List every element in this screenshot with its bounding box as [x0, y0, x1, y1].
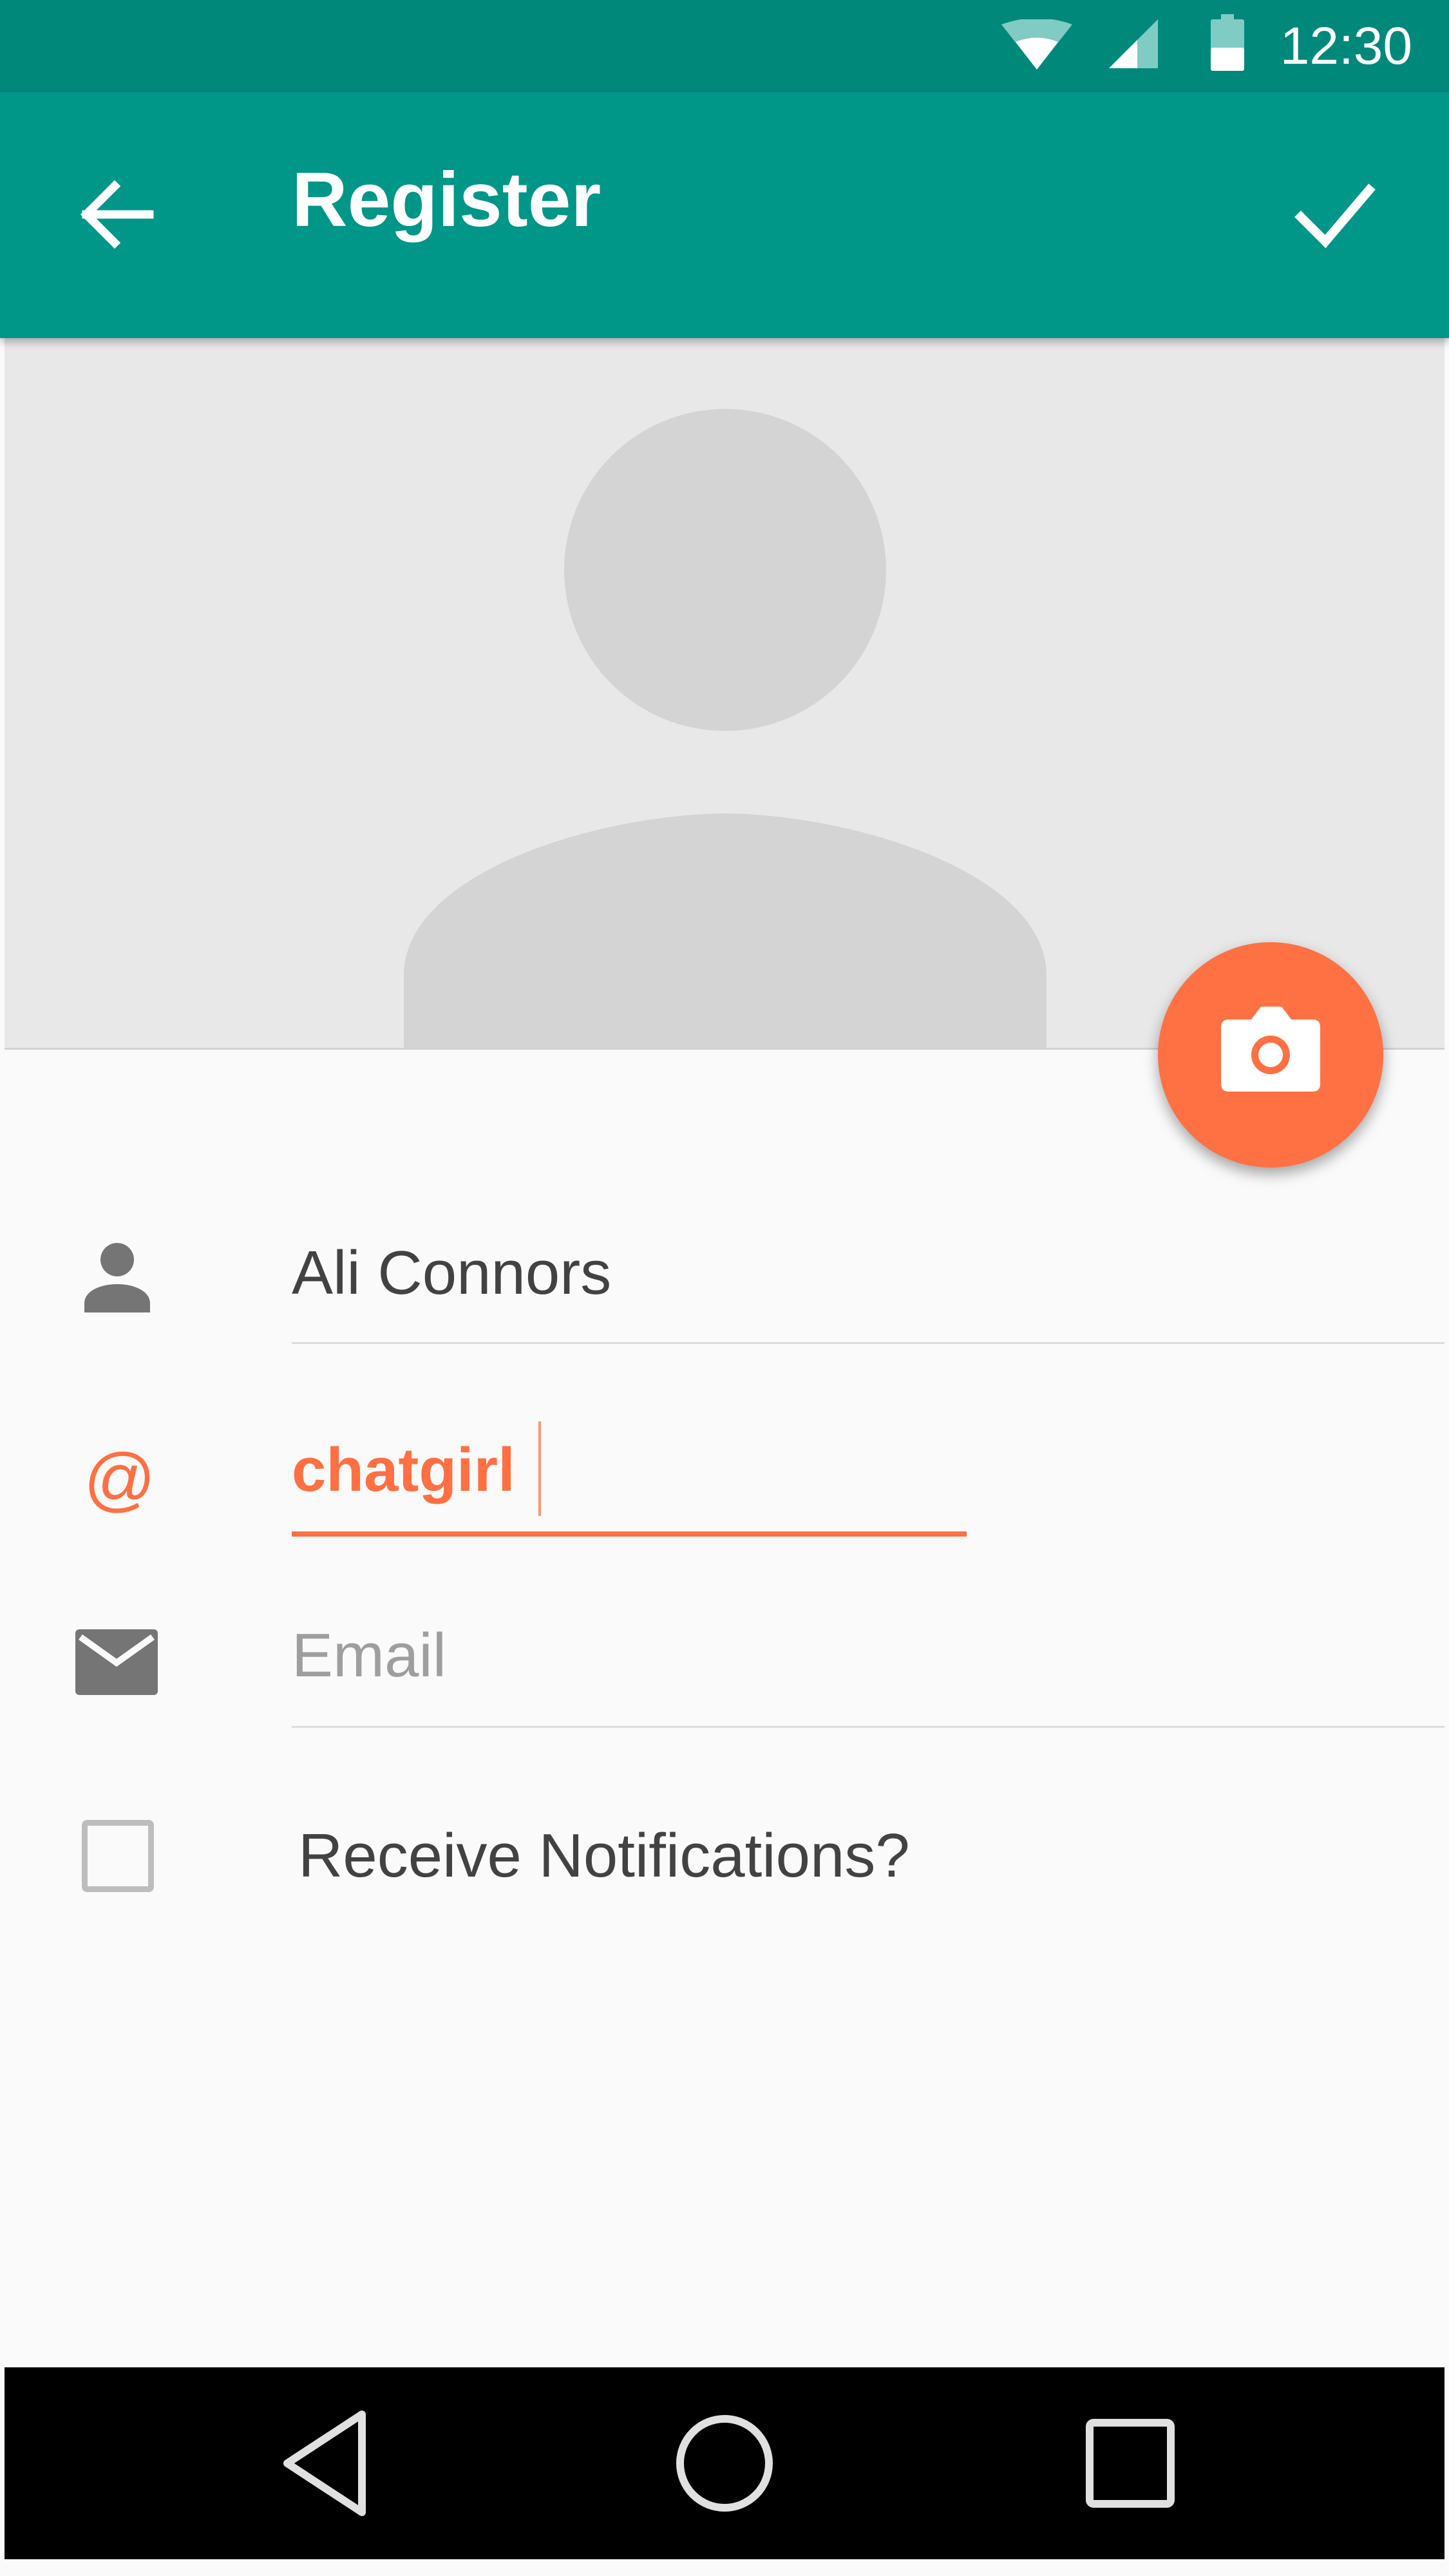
check-icon	[1294, 184, 1376, 249]
email-field-underline	[292, 1726, 1444, 1728]
nav-recents-button[interactable]	[1053, 2386, 1208, 2541]
mail-icon	[75, 1629, 158, 1695]
name-field-underline	[292, 1342, 1444, 1344]
name-field[interactable]: Ali Connors	[292, 1238, 611, 1309]
page-title: Register	[292, 156, 601, 243]
email-field[interactable]: Email	[292, 1620, 446, 1691]
battery-icon	[1211, 14, 1244, 71]
text-cursor	[538, 1421, 541, 1516]
confirm-button[interactable]	[1275, 156, 1391, 272]
at-icon: @	[84, 1439, 156, 1519]
add-photo-button[interactable]	[1158, 942, 1383, 1168]
navigation-bar	[5, 2367, 1444, 2559]
wifi-icon	[1001, 19, 1072, 70]
username-field-underline	[292, 1531, 967, 1537]
status-time: 12:30	[1280, 17, 1412, 75]
camera-icon	[1221, 1007, 1320, 1092]
recents-square-icon	[1086, 2419, 1175, 2508]
app-bar: Register	[0, 92, 1449, 338]
home-circle-icon	[676, 2415, 773, 2512]
nav-back-button[interactable]	[251, 2386, 406, 2541]
signal-icon	[1109, 19, 1158, 68]
notifications-checkbox[interactable]	[82, 1820, 154, 1892]
status-bar: 12:30	[0, 0, 1449, 92]
back-triangle-icon	[283, 2410, 366, 2516]
person-icon	[84, 1243, 150, 1312]
username-field[interactable]: chatgirl	[292, 1435, 515, 1506]
back-button[interactable]	[59, 156, 175, 272]
notifications-label: Receive Notifications?	[298, 1821, 910, 1890]
nav-home-button[interactable]	[647, 2386, 802, 2541]
arrow-left-icon	[80, 180, 154, 249]
